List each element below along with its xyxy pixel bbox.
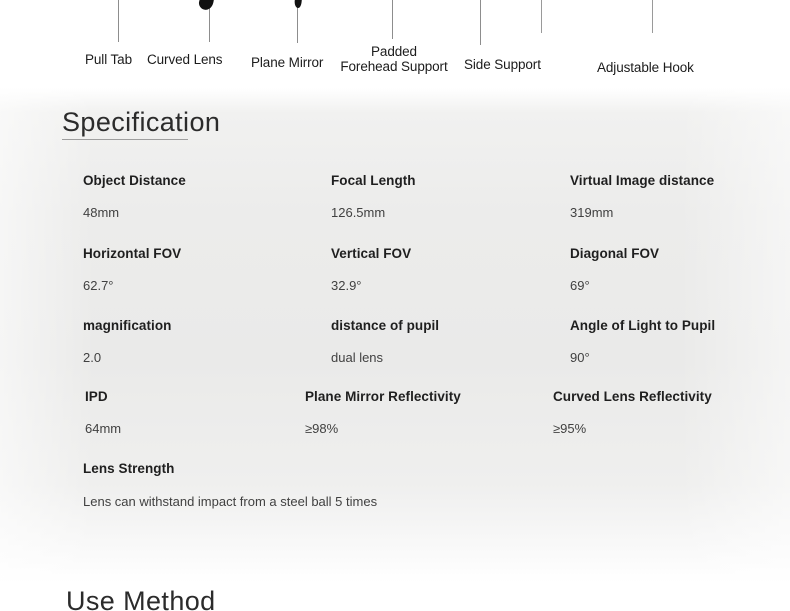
spec-value: Lens can withstand impact from a steel b…	[83, 494, 378, 509]
spec-value: 62.7°	[83, 278, 114, 293]
spec-label: Vertical FOV	[331, 246, 412, 261]
spec-cell-lens-strength: Lens Strength Lens can withstand impact …	[83, 460, 377, 510]
spec-label: Object Distance	[83, 173, 186, 188]
spec-cell-object-distance: Object Distance 48mm	[83, 172, 186, 221]
callout-label-padded-line1: Padded	[371, 44, 417, 59]
spec-label: Angle of Light to Pupil	[570, 318, 716, 333]
spec-cell-focal-length: Focal Length 126.5mm	[331, 172, 416, 221]
use-method-heading: Use Method	[66, 586, 216, 611]
spec-row: IPD 64mm Plane Mirror Reflectivity ≥98% …	[0, 388, 790, 460]
callout-label-padded-forehead-support: Padded Forehead Support	[336, 44, 452, 74]
spec-label: Plane Mirror Reflectivity	[305, 389, 461, 404]
spec-label: Lens Strength	[83, 461, 175, 476]
spec-value: 90°	[570, 350, 590, 365]
leader-line-side-support	[480, 0, 481, 45]
spec-label: IPD	[85, 389, 108, 404]
product-spec-page: Pull Tab Curved Lens Plane Mirror Padded…	[0, 0, 790, 611]
spec-value: 69°	[570, 278, 590, 293]
spec-label: Curved Lens Reflectivity	[553, 389, 712, 404]
leader-bracket-adjustable-hook	[541, 0, 653, 33]
callout-label-plane-mirror: Plane Mirror	[251, 55, 324, 70]
spec-cell-angle-of-light-to-pupil: Angle of Light to Pupil 90°	[570, 317, 715, 366]
spec-row: Object Distance 48mm Focal Length 126.5m…	[0, 172, 790, 244]
spec-cell-magnification: magnification 2.0	[83, 317, 171, 366]
spec-value: 319mm	[570, 205, 614, 220]
spec-row: magnification 2.0 distance of pupil dual…	[0, 317, 790, 389]
specification-heading-rule	[62, 139, 188, 140]
spec-cell-diagonal-fov: Diagonal FOV 69°	[570, 245, 659, 294]
callout-label-curved-lens: Curved Lens	[147, 52, 223, 67]
spec-label: distance of pupil	[331, 318, 440, 333]
spec-value: ≥98%	[305, 421, 339, 436]
spec-label: Virtual Image distance	[570, 173, 715, 188]
spec-cell-distance-of-pupil: distance of pupil dual lens	[331, 317, 439, 366]
spec-value: 32.9°	[331, 278, 362, 293]
product-silhouette-fragment-lens	[197, 0, 217, 12]
spec-label: Diagonal FOV	[570, 246, 660, 261]
spec-cell-horizontal-fov: Horizontal FOV 62.7°	[83, 245, 181, 294]
spec-row: Horizontal FOV 62.7° Vertical FOV 32.9° …	[0, 245, 790, 317]
product-diagram-callouts: Pull Tab Curved Lens Plane Mirror Padded…	[0, 0, 790, 88]
callout-label-adjustable-hook: Adjustable Hook	[597, 60, 694, 75]
leader-line-pull-tab	[118, 0, 119, 42]
spec-cell-plane-mirror-reflectivity: Plane Mirror Reflectivity ≥98%	[305, 388, 461, 437]
leader-line-padded-forehead-support	[392, 0, 393, 39]
spec-value: 2.0	[83, 350, 102, 365]
spec-value: 48mm	[83, 205, 120, 220]
spec-label: Focal Length	[331, 173, 416, 188]
spec-value: ≥95%	[553, 421, 587, 436]
product-silhouette-fragment-mirror	[293, 0, 304, 9]
spec-value: 64mm	[85, 421, 122, 436]
specification-heading: Specification	[62, 107, 221, 137]
spec-value: dual lens	[331, 350, 384, 365]
specification-panel: Specification Object Distance 48mm Focal…	[0, 88, 790, 583]
spec-cell-virtual-image-distance: Virtual Image distance 319mm	[570, 172, 714, 221]
spec-label: magnification	[83, 318, 172, 333]
spec-cell-vertical-fov: Vertical FOV 32.9°	[331, 245, 411, 294]
spec-value: 126.5mm	[331, 205, 386, 220]
spec-cell-curved-lens-reflectivity: Curved Lens Reflectivity ≥95%	[553, 388, 712, 437]
callout-label-side-support: Side Support	[464, 57, 541, 72]
callout-label-padded-line2: Forehead Support	[340, 59, 448, 74]
spec-cell-ipd: IPD 64mm	[85, 388, 121, 437]
spec-label: Horizontal FOV	[83, 246, 182, 261]
callout-label-pull-tab: Pull Tab	[85, 52, 132, 67]
